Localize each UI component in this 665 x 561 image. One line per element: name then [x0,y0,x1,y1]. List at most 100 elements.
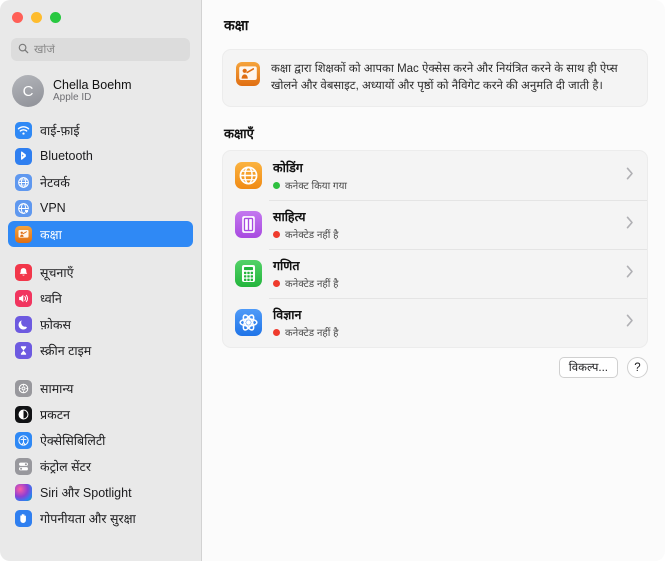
sound-speaker-icon [15,289,32,307]
sidebar-item-label: ऐक्सेसिबिलिटी [40,433,106,448]
sidebar-item-label: स्क्रीन टाइम [40,343,92,358]
sidebar-group-alerts: सूचनाएँ ध्वनि फ़ोकस स्क्रीन टाइम [8,259,193,363]
sidebar-item-label: सूचनाएँ [40,265,74,280]
search-container [0,34,201,61]
notifications-bell-icon [15,263,32,281]
list-item-meta: गणित कनेक्टेड नहीं है [273,257,615,290]
sidebar-item-label: सामान्य [40,381,74,396]
options-button[interactable]: विकल्प... [558,357,618,378]
sidebar-item-wifi[interactable]: वाई-फ़ाई [8,117,193,143]
sidebar-group-network: वाई-फ़ाई Bluetooth नेटवर्क VPN कक्षा [8,117,193,247]
status-label: कनेक्ट किया गया [285,181,347,193]
chevron-right-icon[interactable] [626,314,634,332]
list-item-meta: विज्ञान कनेक्टेड नहीं है [273,306,615,339]
close-window-button[interactable] [12,11,23,23]
list-item[interactable]: कोडिंग कनेक्ट किया गया [223,151,647,200]
book-icon [235,211,262,239]
sidebar-item-general[interactable]: सामान्य [8,375,193,401]
status-label: कनेक्टेड नहीं है [285,230,339,242]
account-name: Chella Boehm [53,78,132,93]
sidebar-item-bluetooth[interactable]: Bluetooth [8,143,193,169]
search-icon [18,41,29,59]
sidebar-item-network[interactable]: नेटवर्क [8,169,193,195]
status-dot [273,279,280,287]
list-item[interactable]: गणित कनेक्टेड नहीं है [223,249,647,298]
sidebar-item-label: कंट्रोल सेंटर [40,459,91,474]
account-text: Chella Boehm Apple ID [53,78,132,104]
list-item-meta: साहित्य कनेक्टेड नहीं है [273,208,615,241]
general-gear-icon [15,379,32,397]
sidebar-item-control-center[interactable]: कंट्रोल सेंटर [8,453,193,479]
list-item[interactable]: विज्ञान कनेक्टेड नहीं है [223,298,647,347]
main-content: कक्षा कक्षा द्वारा शिक्षकों को आपका Mac … [202,0,665,561]
globe-icon [235,162,262,190]
status-dot [273,230,280,238]
status-label: कनेक्टेड नहीं है [285,328,339,340]
sidebar-item-label: कक्षा [40,227,62,242]
classroom-icon [236,62,260,86]
class-name: साहित्य [273,210,306,225]
calculator-icon [235,260,262,288]
atom-icon [235,309,262,337]
sidebar-item-label: फ़ोकस [40,317,71,332]
status-dot [273,181,280,189]
chevron-right-icon[interactable] [626,167,634,185]
avatar: C [12,75,44,107]
class-name: गणित [273,259,300,274]
sidebar-item-label: Siri और Spotlight [40,485,132,500]
sidebar-item-classroom[interactable]: कक्षा [8,221,193,247]
classroom-description-banner: कक्षा द्वारा शिक्षकों को आपका Mac ऐक्सेस… [222,49,648,108]
accessibility-icon [15,431,32,449]
classroom-icon [15,225,32,243]
sidebar-item-label: वाई-फ़ाई [40,123,80,138]
sidebar-item-label: ध्वनि [40,291,62,306]
list-item[interactable]: साहित्य कनेक्टेड नहीं है [223,200,647,249]
sidebar-item-accessibility[interactable]: ऐक्सेसिबिलिटी [8,427,193,453]
status-badge: कनेक्टेड नहीं है [273,227,615,241]
sidebar-item-label: Bluetooth [40,149,93,163]
list-item-meta: कोडिंग कनेक्ट किया गया [273,159,615,192]
account-subtitle: Apple ID [53,92,92,104]
page-title: कक्षा [224,17,249,33]
search-input[interactable] [34,43,183,56]
sidebar-item-label: प्रकटन [40,407,70,422]
focus-moon-icon [15,315,32,333]
apple-id-account-row[interactable]: C Chella Boehm Apple ID [0,71,201,111]
chevron-right-icon[interactable] [626,216,634,234]
screen-time-hourglass-icon [15,341,32,359]
search-field[interactable] [11,38,190,61]
status-badge: कनेक्ट किया गया [273,178,615,192]
sidebar-item-screen-time[interactable]: स्क्रीन टाइम [8,337,193,363]
maximize-window-button[interactable] [50,11,61,23]
control-center-icon [15,457,32,475]
classes-section-title: कक्षाएँ [224,126,254,142]
system-settings-window: C Chella Boehm Apple ID वाई-फ़ाई [0,0,665,561]
sidebar-item-label: नेटवर्क [40,175,70,190]
classes-list: कोडिंग कनेक्ट किया गया साहित्य कनेक्टेड … [222,150,648,349]
status-label: कनेक्टेड नहीं है [285,279,339,291]
classroom-description-text: कक्षा द्वारा शिक्षकों को आपका Mac ऐक्सेस… [271,63,618,92]
minimize-window-button[interactable] [31,11,42,23]
siri-icon [15,483,32,501]
sidebar-item-privacy-security[interactable]: गोपनीयता और सुरक्षा [8,505,193,531]
sidebar-item-label: गोपनीयता और सुरक्षा [40,511,136,526]
sidebar-item-notifications[interactable]: सूचनाएँ [8,259,193,285]
status-dot [273,328,280,336]
sidebar-item-appearance[interactable]: प्रकटन [8,401,193,427]
help-button[interactable]: ? [627,357,648,378]
vpn-globe-icon [15,199,32,217]
sidebar-divider [8,247,193,259]
sidebar-nav: वाई-फ़ाई Bluetooth नेटवर्क VPN कक्षा सूच… [0,117,201,531]
sidebar: C Chella Boehm Apple ID वाई-फ़ाई [0,0,202,561]
bluetooth-icon [15,147,32,165]
sidebar-item-vpn[interactable]: VPN [8,195,193,221]
sidebar-item-focus[interactable]: फ़ोकस [8,311,193,337]
chevron-right-icon[interactable] [626,265,634,283]
sidebar-item-siri-spotlight[interactable]: Siri और Spotlight [8,479,193,505]
class-name: कोडिंग [273,161,303,176]
sidebar-item-sound[interactable]: ध्वनि [8,285,193,311]
wifi-icon [15,121,32,139]
window-controls [0,0,201,34]
sidebar-group-system: सामान्य प्रकटन ऐक्सेसिबिलिटी कंट्रोल सें… [8,375,193,531]
privacy-hand-icon [15,509,32,527]
